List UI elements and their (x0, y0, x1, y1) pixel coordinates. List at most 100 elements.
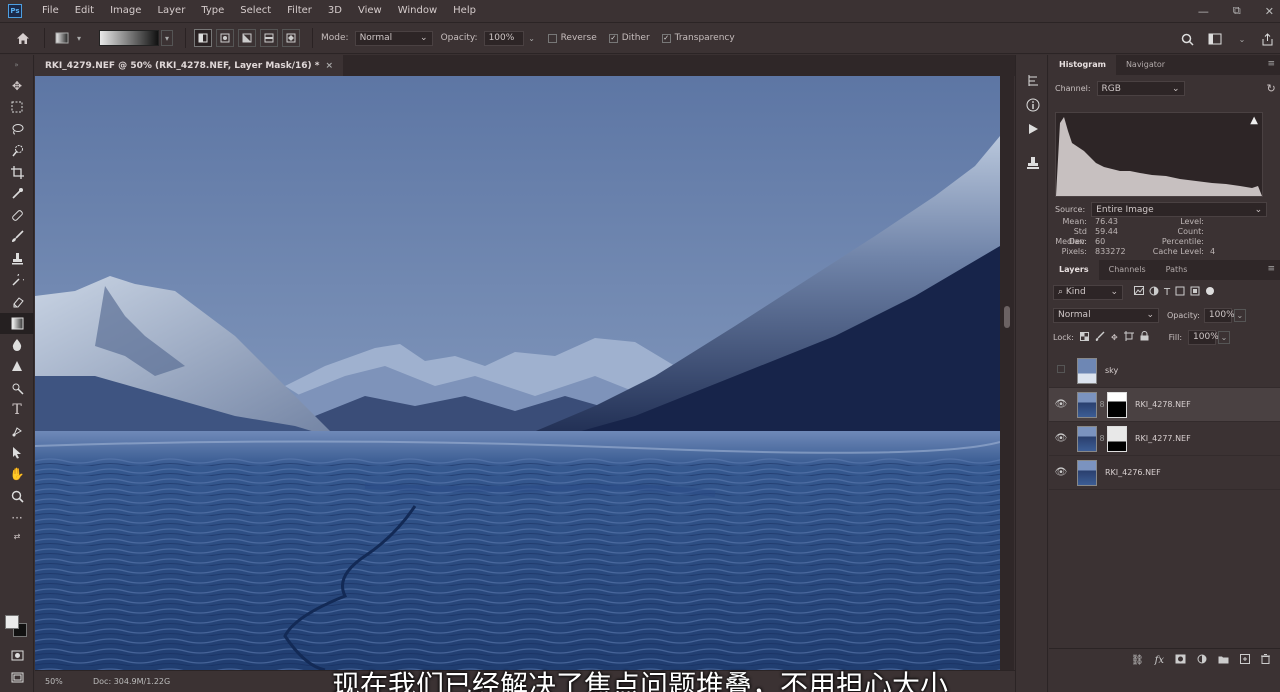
close-window-button[interactable]: ✕ (1265, 5, 1274, 18)
crop-tool-icon[interactable] (0, 161, 34, 183)
lasso-tool-icon[interactable] (0, 118, 34, 140)
refresh-icon[interactable]: ↻ (1267, 82, 1276, 95)
radial-gradient-button[interactable] (216, 29, 234, 47)
chevron-down-icon[interactable]: ▾ (161, 30, 173, 46)
channel-select[interactable]: RGB ⌄ (1096, 81, 1185, 96)
eye-icon[interactable]: 👁 (1049, 433, 1073, 444)
link-layers-icon[interactable]: ⛓ (1131, 655, 1144, 666)
menu-filter[interactable]: Filter (279, 0, 320, 22)
document-tab[interactable]: RKI_4279.NEF @ 50% (RKI_4278.NEF, Layer … (35, 55, 344, 76)
reflected-gradient-button[interactable] (260, 29, 278, 47)
linear-gradient-button[interactable] (194, 29, 212, 47)
reverse-checkbox[interactable]: Reverse (547, 33, 597, 43)
fill-input[interactable]: 100% (1188, 329, 1219, 345)
lock-transparent-icon[interactable] (1079, 331, 1089, 343)
lock-pixels-icon[interactable] (1095, 331, 1105, 343)
history-icon[interactable] (1016, 69, 1049, 93)
filter-type-icon[interactable]: T (1164, 287, 1170, 298)
toolbar-collapse-icon[interactable]: » (0, 55, 33, 75)
quick-selection-tool-icon[interactable] (0, 140, 34, 162)
mask-link-icon[interactable]: 8 (1097, 400, 1107, 409)
adjustment-layer-icon[interactable] (1197, 654, 1207, 667)
pen-tool-icon[interactable] (0, 377, 34, 399)
filter-smart-object-icon[interactable] (1190, 286, 1200, 299)
clone-source-icon[interactable] (1016, 151, 1049, 175)
layer-mask-thumbnail[interactable] (1107, 391, 1127, 418)
tab-histogram[interactable]: Histogram (1049, 55, 1116, 75)
lock-artboard-icon[interactable] (1123, 331, 1134, 343)
filter-pixel-icon[interactable] (1134, 286, 1144, 298)
eraser-tool-icon[interactable] (0, 291, 34, 313)
move-tool-icon[interactable]: ✥ (0, 75, 34, 97)
blend-mode-select[interactable]: Normal ⌄ (1053, 307, 1159, 323)
default-colors-icon[interactable]: ⇄ (0, 528, 34, 544)
dodge-tool-icon[interactable] (0, 356, 34, 378)
chevron-down-icon[interactable]: ⌄ (1218, 330, 1231, 344)
menu-3d[interactable]: 3D (320, 0, 350, 22)
eyedropper-tool-icon[interactable] (0, 183, 34, 205)
opacity-input[interactable]: 100% (483, 30, 524, 46)
more-tools-icon[interactable]: ··· (0, 507, 34, 529)
brush-tool-icon[interactable] (0, 226, 34, 248)
panel-menu-icon[interactable]: ≡ (1267, 59, 1275, 69)
chevron-down-icon[interactable]: ⌄ (1233, 308, 1246, 322)
filter-toggle-icon[interactable] (1205, 286, 1215, 299)
chevron-down-icon[interactable]: ⌄ (526, 30, 538, 46)
gradient-tool-icon[interactable] (0, 312, 34, 335)
menu-window[interactable]: Window (390, 0, 445, 22)
tab-navigator[interactable]: Navigator (1116, 55, 1175, 75)
tab-paths[interactable]: Paths (1156, 260, 1198, 280)
clone-stamp-tool-icon[interactable] (0, 248, 34, 270)
actions-play-icon[interactable] (1016, 117, 1049, 141)
layer-row-rki-4278[interactable]: 👁 8 RKI_4278.NEF (1049, 388, 1280, 422)
search-icon[interactable] (1178, 30, 1196, 48)
hand-tool-icon[interactable]: ✋ (0, 464, 34, 486)
eye-icon[interactable]: 👁 (1049, 399, 1073, 410)
menu-select[interactable]: Select (232, 0, 279, 22)
healing-brush-tool-icon[interactable] (0, 205, 34, 227)
type-tool-icon[interactable]: T (0, 399, 34, 421)
menu-image[interactable]: Image (102, 0, 149, 22)
mask-link-icon[interactable]: 8 (1097, 434, 1107, 443)
menu-help[interactable]: Help (445, 0, 484, 22)
dither-checkbox[interactable]: ✓ Dither (608, 33, 650, 43)
menu-edit[interactable]: Edit (67, 0, 102, 22)
menu-view[interactable]: View (350, 0, 390, 22)
gradient-picker[interactable] (99, 30, 159, 46)
home-icon[interactable] (14, 29, 32, 47)
tab-layers[interactable]: Layers (1049, 260, 1099, 280)
eye-icon[interactable]: 👁 (1049, 467, 1073, 478)
direct-selection-tool-icon[interactable] (0, 442, 34, 464)
filter-adjustment-icon[interactable] (1149, 286, 1159, 299)
fx-icon[interactable]: fx (1155, 655, 1164, 666)
warning-icon[interactable]: ▲ (1250, 115, 1258, 126)
layer-mask-thumbnail[interactable] (1107, 425, 1127, 452)
gradient-tool-preset-icon[interactable] (53, 29, 71, 47)
add-mask-icon[interactable] (1175, 654, 1186, 667)
document-canvas[interactable] (35, 76, 1000, 670)
path-selection-tool-icon[interactable] (0, 421, 34, 443)
blur-tool-icon[interactable] (0, 334, 34, 356)
share-icon[interactable] (1258, 30, 1276, 48)
panel-menu-icon[interactable]: ≡ (1267, 264, 1275, 274)
diamond-gradient-button[interactable] (282, 29, 300, 47)
quick-mask-icon[interactable] (0, 645, 34, 667)
marquee-tool-icon[interactable] (0, 97, 34, 119)
layer-opacity-input[interactable]: 100% (1203, 307, 1235, 323)
layer-row-rki-4277[interactable]: 👁 8 RKI_4277.NEF (1049, 422, 1280, 456)
scroll-thumb[interactable] (1004, 306, 1010, 328)
filter-kind-select[interactable]: ⌕ Kind ⌄ (1053, 284, 1123, 300)
chevron-down-icon[interactable]: ⌄ (1236, 31, 1248, 47)
visibility-off-icon[interactable] (1049, 365, 1073, 376)
workspace-icon[interactable] (1206, 30, 1224, 48)
new-group-icon[interactable] (1218, 655, 1229, 667)
angle-gradient-button[interactable] (238, 29, 256, 47)
layer-row-sky[interactable]: sky (1049, 354, 1280, 388)
filter-shape-icon[interactable] (1175, 286, 1185, 299)
minimize-button[interactable]: — (1198, 5, 1209, 18)
close-tab-icon[interactable]: × (325, 61, 333, 71)
new-layer-icon[interactable] (1240, 654, 1250, 667)
transparency-checkbox[interactable]: ✓ Transparency (661, 33, 735, 43)
foreground-color-swatch[interactable] (5, 615, 19, 629)
lock-all-icon[interactable] (1140, 331, 1149, 343)
